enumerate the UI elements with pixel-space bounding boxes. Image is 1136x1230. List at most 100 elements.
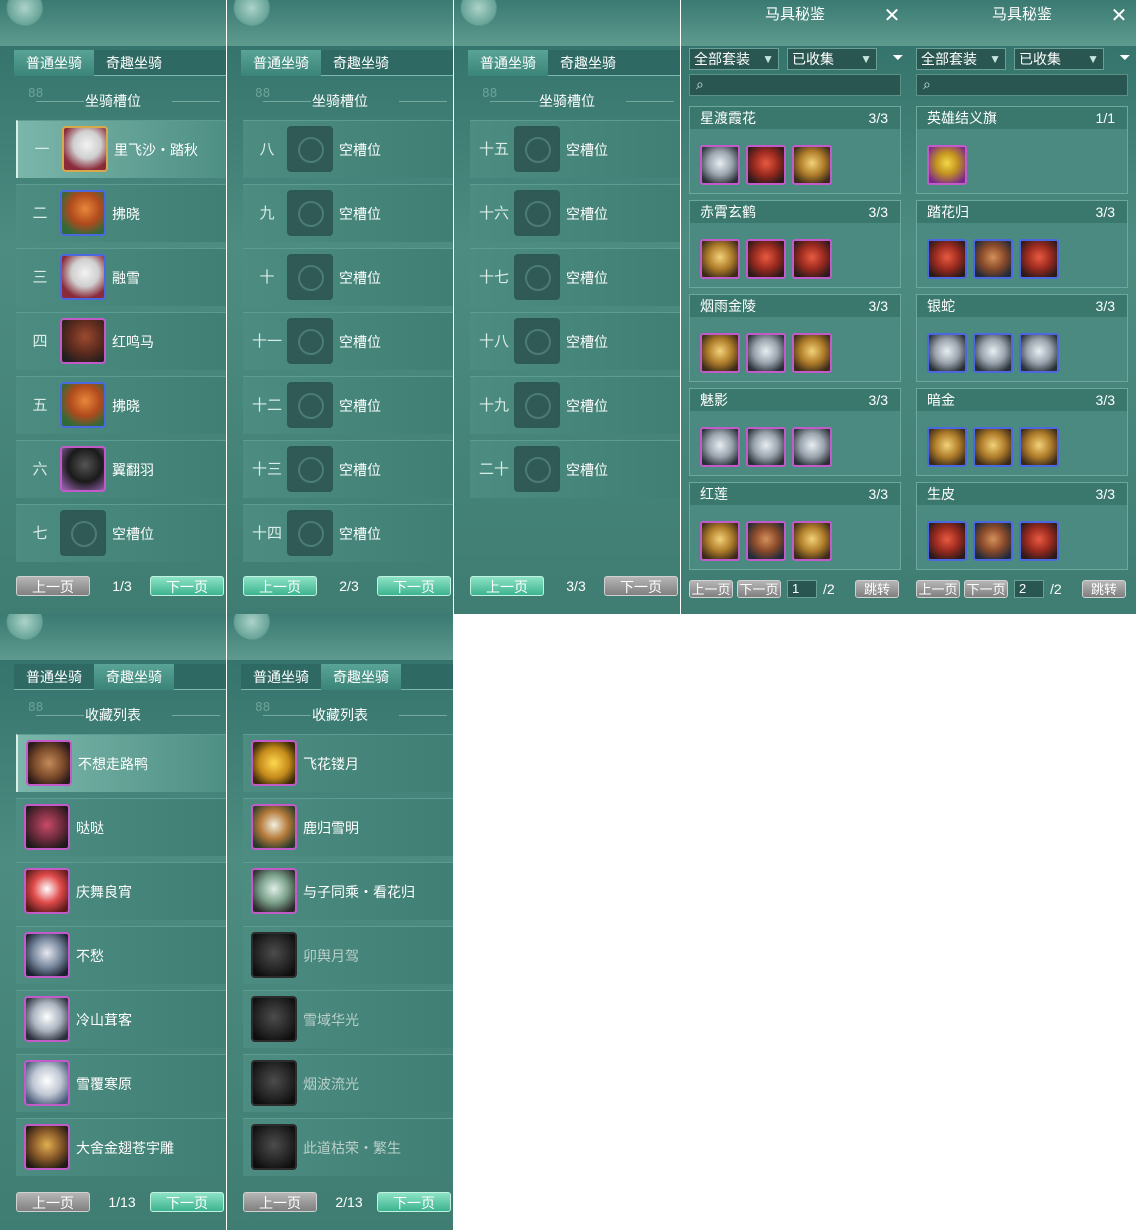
status-filter-dropdown[interactable]: 已收集 ▼ <box>787 48 877 70</box>
bridle-icon[interactable] <box>927 239 967 279</box>
next-page-button[interactable]: 下一页 <box>377 1192 451 1212</box>
prev-page-button[interactable]: 上一页 <box>243 576 317 596</box>
tab-normal-mount[interactable]: 普通坐骑 <box>14 50 94 76</box>
tack-set-card[interactable]: 踏花归 3/3 <box>916 200 1128 288</box>
stirrup-icon[interactable] <box>1019 427 1059 467</box>
mount-slot[interactable]: 十七 空槽位 <box>470 248 680 306</box>
saddle-icon[interactable] <box>746 239 786 279</box>
stirrup-icon[interactable] <box>1019 521 1059 561</box>
tab-normal-mount[interactable]: 普通坐骑 <box>241 50 321 76</box>
collection-item[interactable]: 与子同乘・看花归 <box>243 862 453 920</box>
tack-set-card[interactable]: 星渡霞花 3/3 <box>689 106 901 194</box>
collection-item[interactable]: 烟波流光 <box>243 1054 453 1112</box>
mount-slot[interactable]: 十八 空槽位 <box>470 312 680 370</box>
filter-icon[interactable]: ⏷ <box>889 48 907 68</box>
filter-icon[interactable]: ⏷ <box>1116 48 1134 68</box>
tab-novelty-mount[interactable]: 奇趣坐骑 <box>548 50 628 76</box>
tab-novelty-mount[interactable]: 奇趣坐骑 <box>94 50 174 76</box>
set-filter-dropdown[interactable]: 全部套装 ▼ <box>689 48 779 70</box>
collection-item[interactable]: 雪域华光 <box>243 990 453 1048</box>
tab-normal-mount[interactable]: 普通坐骑 <box>241 664 321 690</box>
tab-normal-mount[interactable]: 普通坐骑 <box>14 664 94 690</box>
stirrup-icon[interactable] <box>792 427 832 467</box>
search-input[interactable]: ⌕ <box>689 74 901 96</box>
stirrup-icon[interactable] <box>792 521 832 561</box>
tab-normal-mount[interactable]: 普通坐骑 <box>468 50 548 76</box>
next-page-button[interactable]: 下一页 <box>150 1192 224 1212</box>
bridle-icon[interactable] <box>700 239 740 279</box>
jump-button[interactable]: 跳转 <box>1082 580 1126 598</box>
stirrup-icon[interactable] <box>1019 333 1059 373</box>
bridle-icon[interactable] <box>927 333 967 373</box>
tack-set-card[interactable]: 英雄结义旗 1/1 <box>916 106 1128 194</box>
prev-page-button[interactable]: 上一页 <box>689 580 733 598</box>
stirrup-icon[interactable] <box>792 333 832 373</box>
tab-novelty-mount[interactable]: 奇趣坐骑 <box>94 664 174 690</box>
mount-slot[interactable]: 十四 空槽位 <box>243 504 453 562</box>
mount-slot[interactable]: 六 翼翻羽 <box>16 440 226 498</box>
close-icon[interactable]: ✕ <box>1108 4 1130 26</box>
search-input[interactable]: ⌕ <box>916 74 1128 96</box>
mount-slot[interactable]: 十九 空槽位 <box>470 376 680 434</box>
bridle-icon[interactable] <box>700 333 740 373</box>
saddle-icon[interactable] <box>973 427 1013 467</box>
bridle-icon[interactable] <box>700 427 740 467</box>
jump-button[interactable]: 跳转 <box>855 580 899 598</box>
bridle-icon[interactable] <box>700 521 740 561</box>
bridle-icon[interactable] <box>700 145 740 185</box>
mount-slot[interactable]: 四 红鸣马 <box>16 312 226 370</box>
mount-slot[interactable]: 五 拂晓 <box>16 376 226 434</box>
saddle-icon[interactable] <box>973 333 1013 373</box>
mount-slot[interactable]: 十 空槽位 <box>243 248 453 306</box>
collection-item[interactable]: 卯舆月驾 <box>243 926 453 984</box>
next-page-button[interactable]: 下一页 <box>737 580 781 598</box>
close-icon[interactable]: ✕ <box>881 4 903 26</box>
collection-item[interactable]: 冷山茸客 <box>16 990 226 1048</box>
stirrup-icon[interactable] <box>792 239 832 279</box>
next-page-button[interactable]: 下一页 <box>150 576 224 596</box>
tab-novelty-mount[interactable]: 奇趣坐骑 <box>321 664 401 690</box>
prev-page-button[interactable]: 上一页 <box>916 580 960 598</box>
saddle-icon[interactable] <box>973 239 1013 279</box>
saddle-icon[interactable] <box>973 521 1013 561</box>
set-filter-dropdown[interactable]: 全部套装 ▼ <box>916 48 1006 70</box>
prev-page-button[interactable]: 上一页 <box>16 576 90 596</box>
mount-slot[interactable]: 二 拂晓 <box>16 184 226 242</box>
saddle-icon[interactable] <box>746 145 786 185</box>
mount-slot[interactable]: 七 空槽位 <box>16 504 226 562</box>
mount-slot[interactable]: 三 融雪 <box>16 248 226 306</box>
collection-item[interactable]: 此道枯荣・繁生 <box>243 1118 453 1176</box>
bridle-icon[interactable] <box>927 427 967 467</box>
tack-set-card[interactable]: 生皮 3/3 <box>916 482 1128 570</box>
banner-icon[interactable] <box>927 145 967 185</box>
tack-set-card[interactable]: 红莲 3/3 <box>689 482 901 570</box>
tack-set-card[interactable]: 魅影 3/3 <box>689 388 901 476</box>
mount-slot[interactable]: 二十 空槽位 <box>470 440 680 498</box>
collection-item[interactable]: 鹿归雪明 <box>243 798 453 856</box>
page-number-input[interactable]: 1 <box>787 580 817 598</box>
tack-set-card[interactable]: 赤霄玄鹤 3/3 <box>689 200 901 288</box>
mount-slot[interactable]: 十六 空槽位 <box>470 184 680 242</box>
saddle-icon[interactable] <box>746 521 786 561</box>
status-filter-dropdown[interactable]: 已收集 ▼ <box>1014 48 1104 70</box>
prev-page-button[interactable]: 上一页 <box>16 1192 90 1212</box>
stirrup-icon[interactable] <box>1019 239 1059 279</box>
bridle-icon[interactable] <box>927 521 967 561</box>
mount-slot[interactable]: 十三 空槽位 <box>243 440 453 498</box>
saddle-icon[interactable] <box>746 427 786 467</box>
prev-page-button[interactable]: 上一页 <box>470 576 544 596</box>
mount-slot[interactable]: 十一 空槽位 <box>243 312 453 370</box>
stirrup-icon[interactable] <box>792 145 832 185</box>
collection-item[interactable]: 庆舞良宵 <box>16 862 226 920</box>
mount-slot[interactable]: 九 空槽位 <box>243 184 453 242</box>
next-page-button[interactable]: 下一页 <box>377 576 451 596</box>
mount-slot[interactable]: 十二 空槽位 <box>243 376 453 434</box>
next-page-button[interactable]: 下一页 <box>604 576 678 596</box>
prev-page-button[interactable]: 上一页 <box>243 1192 317 1212</box>
mount-slot[interactable]: 一 里飞沙・踏秋 <box>16 120 226 178</box>
tab-novelty-mount[interactable]: 奇趣坐骑 <box>321 50 401 76</box>
collection-item[interactable]: 不愁 <box>16 926 226 984</box>
next-page-button[interactable]: 下一页 <box>964 580 1008 598</box>
saddle-icon[interactable] <box>746 333 786 373</box>
collection-item[interactable]: 大舍金翅苍宇雕 <box>16 1118 226 1176</box>
